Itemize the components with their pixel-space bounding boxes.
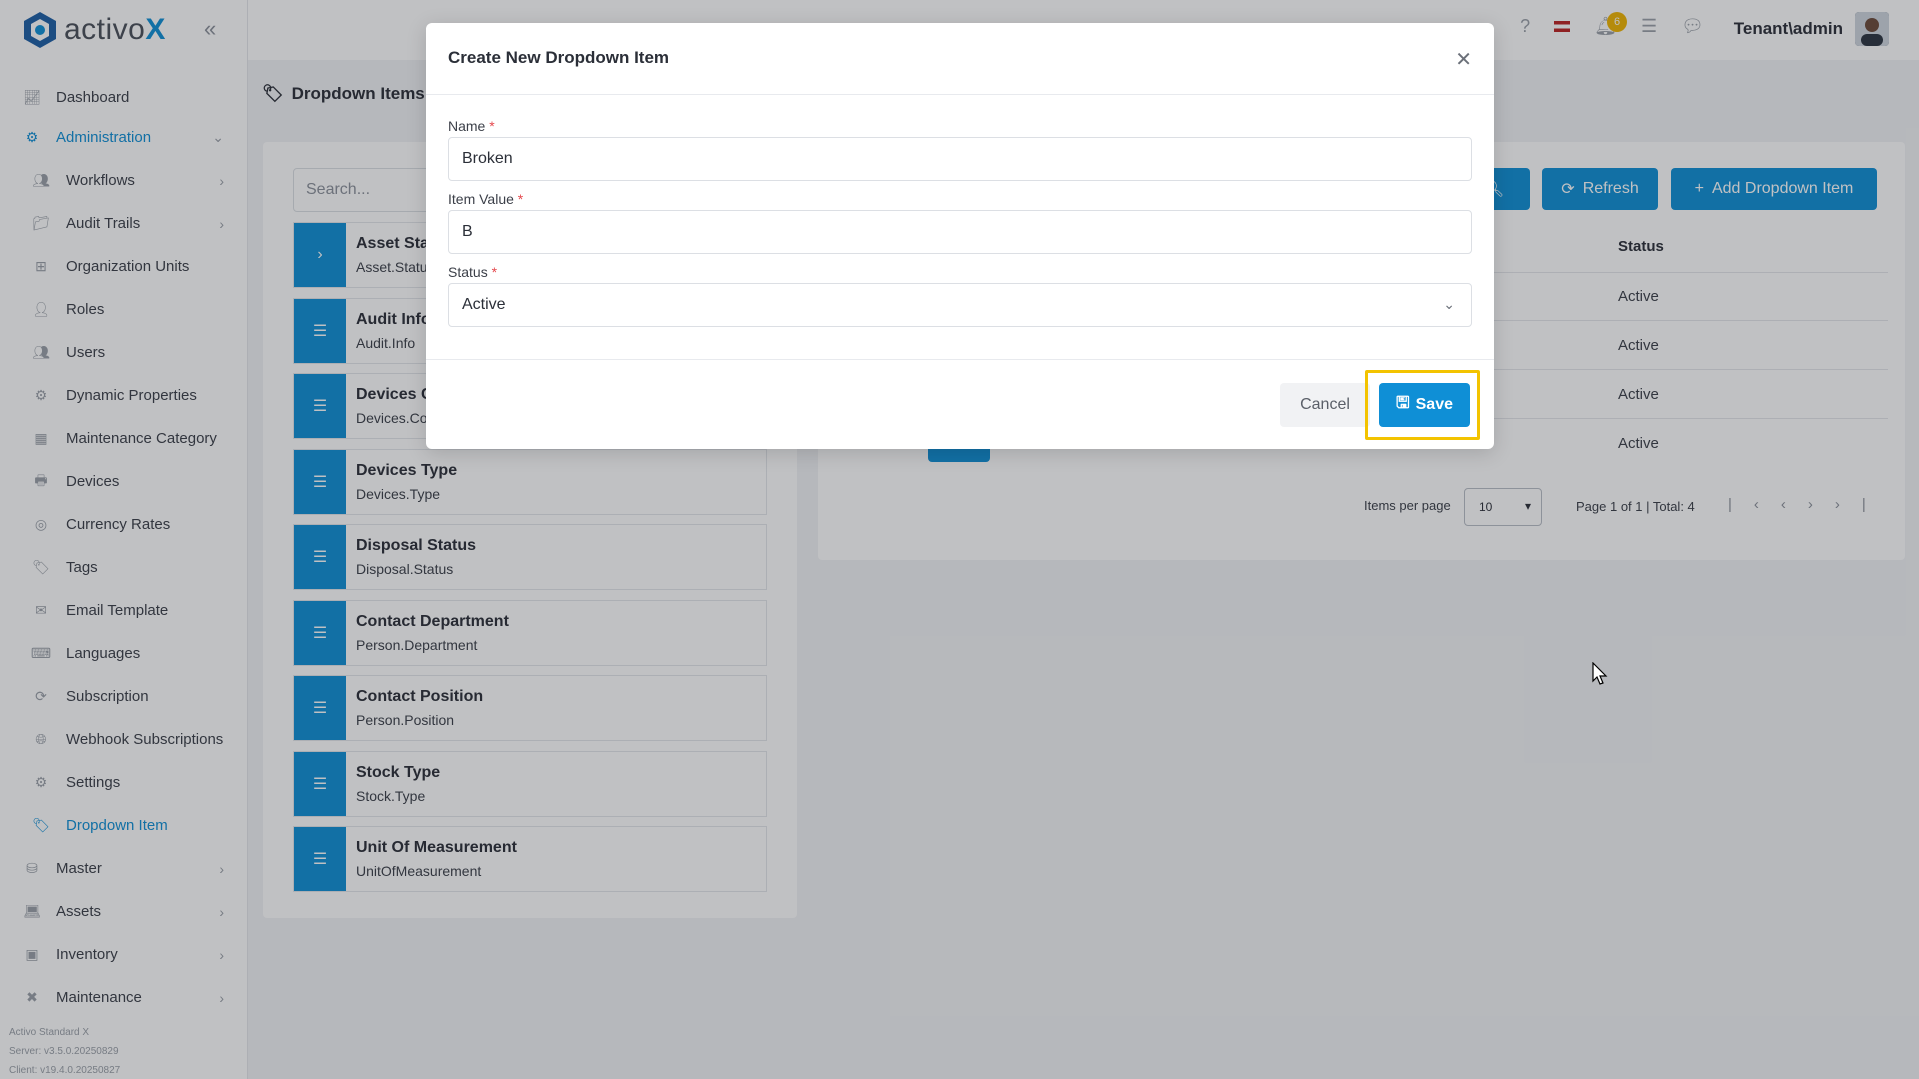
save-label: Save [1415,396,1453,413]
item-value-label: Item Value * [448,191,524,207]
name-label: Name * [448,118,495,134]
create-dropdown-item-modal: Create New Dropdown Item ✕ Name * Broken… [426,23,1494,449]
item-value-field[interactable]: B [448,210,1472,254]
status-label: Status * [448,264,498,280]
cancel-button[interactable]: Cancel [1280,383,1370,427]
name-field[interactable]: Broken [448,137,1472,181]
modal-header-divider [426,94,1494,95]
save-button[interactable]: 🖫 Save [1379,383,1470,427]
modal-footer-divider [426,359,1494,360]
modal-title: Create New Dropdown Item [448,48,670,67]
chevron-down-icon: ⌄ [1443,296,1455,312]
close-icon[interactable]: ✕ [1455,47,1472,72]
save-icon: 🖫 [1395,394,1410,412]
status-select[interactable]: Active ⌄ [448,283,1472,327]
status-select-value: Active [462,296,506,313]
mouse-cursor [1592,662,1608,685]
